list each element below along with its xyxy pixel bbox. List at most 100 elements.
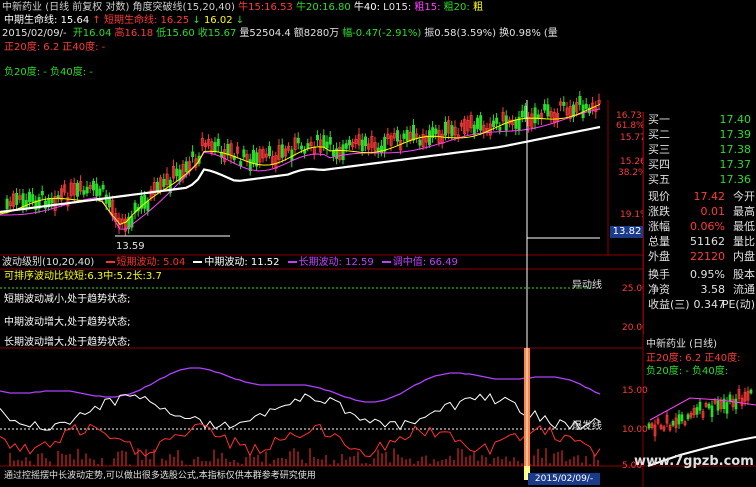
candle-body: [363, 136, 367, 147]
mini-candle-body: [716, 400, 720, 411]
candle-body: [155, 181, 159, 191]
ohlc-value: 收15.67: [197, 28, 237, 39]
sub-chart-title: 波动级别(10,20,40): [2, 257, 95, 268]
quote-row[interactable]: 换手 0.95% 股本: [644, 267, 756, 282]
candle-body: [360, 139, 364, 152]
mini-candle-body: [728, 394, 732, 402]
candle-body: [40, 190, 44, 196]
candle-body: [213, 142, 217, 152]
candle-body: [15, 193, 19, 205]
mini-candle-body: [698, 401, 702, 411]
sub-chart-legend: 短期波动: 5.04 中期波动: 11.52 长期波动: 12.59 调中值: 66.…: [98, 257, 458, 268]
quote-panel: 买一 17.40 买二 17.39 买三 17.38 买四 17.37 买五 17.36 现价 17.…: [643, 112, 756, 334]
quote-row[interactable]: 买一 17.40: [644, 112, 756, 127]
candle-body: [299, 145, 303, 150]
ma-line-15: [0, 108, 601, 230]
ohlc-value: 量52504.4: [239, 28, 291, 39]
candlesticks[interactable]: [5, 91, 601, 236]
quote-label-2: 最低: [733, 220, 755, 233]
candle-body: [395, 130, 399, 142]
quote-row[interactable]: 外盘 22120 内盘: [644, 249, 756, 264]
candle-body: [491, 120, 495, 128]
mini-plus-line: 正20度: 6.2 正40度:: [646, 353, 741, 364]
quote-row[interactable]: 买四 17.37: [644, 157, 756, 172]
mid-life-line-label: 中期生命线:: [4, 15, 58, 26]
candle-body: [184, 161, 188, 172]
quote-label: 收益(三): [648, 298, 690, 311]
candle-body: [427, 130, 431, 146]
mini-candle-body: [749, 389, 753, 394]
price-label: 15.77: [620, 133, 646, 143]
candle-body: [85, 186, 89, 194]
quote-label: 买一: [648, 113, 670, 126]
ohlc-value: (量: [543, 28, 558, 39]
bar-date: 2015/02/09/-: [2, 28, 67, 39]
quote-row[interactable]: 收益(三) 0.347 PE(动): [644, 297, 756, 312]
quote-row[interactable]: 买三 17.38: [644, 142, 756, 157]
quote-label-2: PE(动): [721, 298, 755, 311]
quote-value: 0.01: [700, 205, 726, 218]
quote-row[interactable]: 买二 17.39: [644, 127, 756, 142]
legend-swatch: [287, 261, 297, 263]
candle-body: [31, 194, 35, 203]
candle-body: [543, 104, 547, 111]
candle-body: [296, 137, 300, 144]
candle-body: [344, 143, 348, 149]
quote-value: 3.58: [700, 283, 726, 296]
quote-label-2: 量比: [733, 235, 755, 248]
mini-candle-body: [671, 421, 675, 426]
cursor-date-badge: 2015/02/09/-: [528, 473, 600, 485]
ma-legend-item: 粗15:: [411, 2, 441, 13]
candle-body: [226, 144, 230, 156]
ohlc-value: 低15.60: [156, 28, 195, 39]
short-life-line-value2: 16.02: [203, 15, 233, 26]
quote-label: 净资: [648, 283, 670, 296]
candle-body: [5, 198, 9, 210]
candle-body: [175, 168, 179, 177]
quote-value: 51162: [690, 235, 725, 248]
candle-body: [498, 126, 502, 131]
candle-body: [479, 115, 483, 131]
candle-body: [267, 146, 271, 157]
quote-row[interactable]: 涨幅 0.06% 最低: [644, 219, 756, 234]
candle-body: [27, 191, 31, 203]
candle-body: [347, 139, 351, 146]
note-long: 长期波动增大,处于趋势状态;: [4, 337, 131, 348]
ma-legend-item: 粗20:: [440, 2, 470, 13]
short-life-line-label: 短期生命线:: [103, 15, 158, 26]
quote-row[interactable]: 总量 51162 量比: [644, 234, 756, 249]
quote-value: 17.40: [719, 113, 752, 126]
mini-candle-body: [677, 414, 681, 425]
ma-legend-item: 粗: [469, 2, 483, 13]
ohlc-values: 开16.04 高16.18 低15.60 收15.67 量52504.4 额8280万 幅-…: [70, 28, 558, 39]
quote-row[interactable]: 买五 17.36: [644, 172, 756, 187]
quote-label-2: 最高: [733, 205, 755, 218]
quote-label: 外盘: [648, 250, 670, 263]
candle-body: [405, 129, 409, 141]
candle-body: [578, 96, 582, 105]
candle-body: [143, 194, 147, 209]
candle-body: [411, 124, 415, 141]
sub-chart-header: 波动级别(10,20,40) 短期波动: 5.04 中期波动: 11.52 长期波动…: [2, 257, 458, 269]
mini-candle-body: [734, 398, 738, 410]
long-volatility-line: [0, 367, 601, 403]
quote-label: 买三: [648, 143, 670, 156]
ohlc-row: 2015/02/09/- 开16.04 高16.18 低15.60 收15.67 量52…: [2, 28, 558, 40]
candle-body: [162, 178, 166, 187]
candle-body: [418, 139, 422, 146]
candle-body: [376, 147, 380, 152]
quote-row[interactable]: 涨跌 0.01 最高: [644, 204, 756, 219]
candle-body: [242, 149, 246, 158]
quote-value: 17.42: [693, 190, 726, 203]
volatility-lines: [0, 348, 601, 480]
quote-label: 现价: [648, 190, 670, 203]
ma-legend-item: 牛40:: [350, 2, 380, 13]
quote-value: 0.347: [693, 298, 726, 311]
candle-body: [315, 134, 319, 141]
candle-body: [216, 138, 220, 147]
cursor-price-badge: 13.82: [610, 226, 644, 238]
quote-row[interactable]: 净资 3.58 流通: [644, 282, 756, 297]
arrow-down-icon: ↓: [192, 15, 201, 26]
quote-row[interactable]: 现价 17.42 今开: [644, 189, 756, 204]
candle-body: [524, 105, 528, 119]
